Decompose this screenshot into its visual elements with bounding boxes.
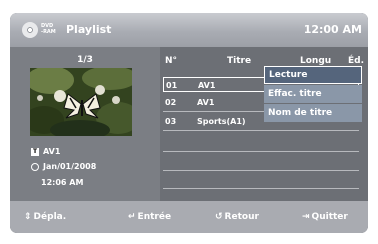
preview-panel: 1/3 T AV1 Jan/01/2008 12:06 AM xyxy=(10,47,160,201)
menu-item-rename-title[interactable]: Nom de titre xyxy=(264,104,362,122)
col-header-edit: Éd. xyxy=(348,56,365,66)
hint-back: ↺ Retour xyxy=(215,212,259,222)
menu-item-play[interactable]: Lecture xyxy=(264,66,362,84)
empty-row-divider xyxy=(163,151,359,152)
disc-type-line2: -RAM xyxy=(41,29,56,35)
button-hint-bar: ⇕ Dépla. ↵ Entrée ↺ Retour ⇥ Quitter xyxy=(10,201,368,233)
col-header-length: Longu xyxy=(300,56,332,66)
hint-quit: ⇥ Quitter xyxy=(302,212,348,222)
row-title: Sports(A1) xyxy=(197,117,246,126)
disc-type-label: DVD -RAM xyxy=(41,23,56,35)
empty-row-divider xyxy=(163,188,359,189)
up-down-arrows-icon: ⇕ xyxy=(24,212,32,222)
hint-enter: ↵ Entrée xyxy=(128,212,171,222)
empty-row-divider xyxy=(163,170,359,171)
row-title: AV1 xyxy=(197,98,215,107)
row-number: 02 xyxy=(165,98,177,107)
info-title-text: AV1 xyxy=(43,147,61,156)
info-date-text: Jan/01/2008 xyxy=(43,162,97,171)
col-header-number: N° xyxy=(165,56,178,66)
info-date: Jan/01/2008 xyxy=(31,162,96,171)
hint-quit-label: Quitter xyxy=(311,212,348,222)
disc-icon xyxy=(22,22,38,38)
thumbnail-preview xyxy=(30,68,132,136)
row-title: AV1 xyxy=(198,81,216,90)
hint-move-label: Dépla. xyxy=(33,212,67,222)
menu-item-delete-title[interactable]: Effac. titre xyxy=(264,85,362,103)
row-number: 01 xyxy=(166,81,178,90)
title-type-icon: T xyxy=(31,147,39,156)
playlist-screen: DVD -RAM Playlist 12:00 AM 1/3 T AV1 Jan… xyxy=(10,13,368,233)
context-menu: Lecture Effac. titre Nom de titre xyxy=(264,66,362,123)
clock: 12:00 AM xyxy=(303,23,362,36)
row-number: 03 xyxy=(165,117,177,126)
hint-back-label: Retour xyxy=(224,212,259,222)
enter-icon: ↵ xyxy=(128,212,136,222)
info-title: T AV1 xyxy=(31,147,60,156)
butterfly-image xyxy=(30,68,132,136)
col-header-title: Titre xyxy=(227,56,252,66)
info-time: 12:06 AM xyxy=(41,178,84,187)
return-icon: ↺ xyxy=(215,212,223,222)
page-indicator: 1/3 xyxy=(77,55,93,65)
title-bar: DVD -RAM Playlist 12:00 AM xyxy=(10,13,368,47)
hint-move: ⇕ Dépla. xyxy=(24,212,66,222)
exit-icon: ⇥ xyxy=(302,212,310,222)
hint-enter-label: Entrée xyxy=(137,212,172,222)
page-title: Playlist xyxy=(66,23,112,36)
clock-icon xyxy=(31,162,39,171)
